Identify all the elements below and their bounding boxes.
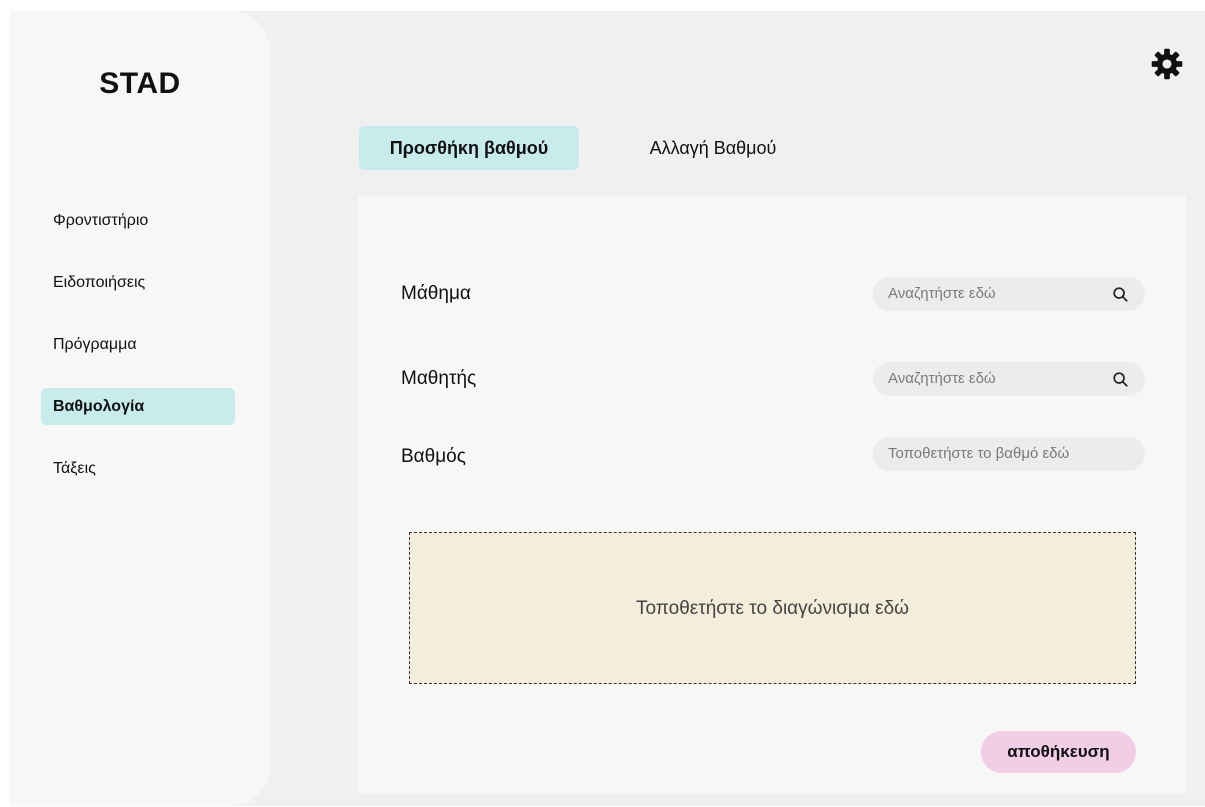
tab-change-grade[interactable]: Αλλαγή Βαθμού — [613, 126, 813, 170]
grade-form-panel: Μάθημα Αναζητήστε εδώ Μαθητής Αναζητήστε… — [358, 196, 1186, 793]
sidebar-item-classes[interactable]: Τάξεις — [41, 450, 235, 487]
tab-add-grade[interactable]: Προσθήκη βαθμού — [359, 126, 579, 170]
student-search-input[interactable]: Αναζητήστε εδώ — [873, 362, 1145, 396]
course-search-placeholder: Αναζητήστε εδώ — [888, 285, 996, 302]
search-icon[interactable] — [1112, 371, 1129, 388]
gear-icon[interactable] — [1150, 47, 1184, 81]
student-search-placeholder: Αναζητήστε εδώ — [888, 370, 996, 387]
sidebar-item-tutoring[interactable]: Φροντιστήριο — [41, 202, 235, 239]
grade-input-placeholder: Τοποθετήστε το βαθμό εδώ — [888, 445, 1070, 462]
save-button[interactable]: αποθήκευση — [981, 731, 1136, 773]
dropzone-text: Τοποθετήστε το διαγώνισμα εδώ — [635, 598, 910, 619]
course-label: Μάθημα — [401, 283, 471, 304]
grade-input[interactable]: Τοποθετήστε το βαθμό εδώ — [873, 437, 1145, 471]
sidebar-item-grades[interactable]: Βαθμολογία — [41, 388, 235, 425]
search-icon[interactable] — [1112, 286, 1129, 303]
student-label: Μαθητής — [401, 368, 477, 389]
sidebar-item-notifications[interactable]: Ειδοποιήσεις — [41, 264, 235, 301]
sidebar: STAD Φροντιστήριο Ειδοποιήσεις Πρόγραμμα… — [10, 11, 270, 806]
app-window: STAD Φροντιστήριο Ειδοποιήσεις Πρόγραμμα… — [10, 11, 1205, 806]
grade-label: Βαθμός — [401, 446, 466, 467]
app-logo: STAD — [99, 67, 181, 100]
exam-upload-dropzone[interactable]: Τοποθετήστε το διαγώνισμα εδώ — [409, 532, 1136, 684]
sidebar-item-schedule[interactable]: Πρόγραμμα — [41, 326, 235, 363]
course-search-input[interactable]: Αναζητήστε εδώ — [873, 277, 1145, 311]
